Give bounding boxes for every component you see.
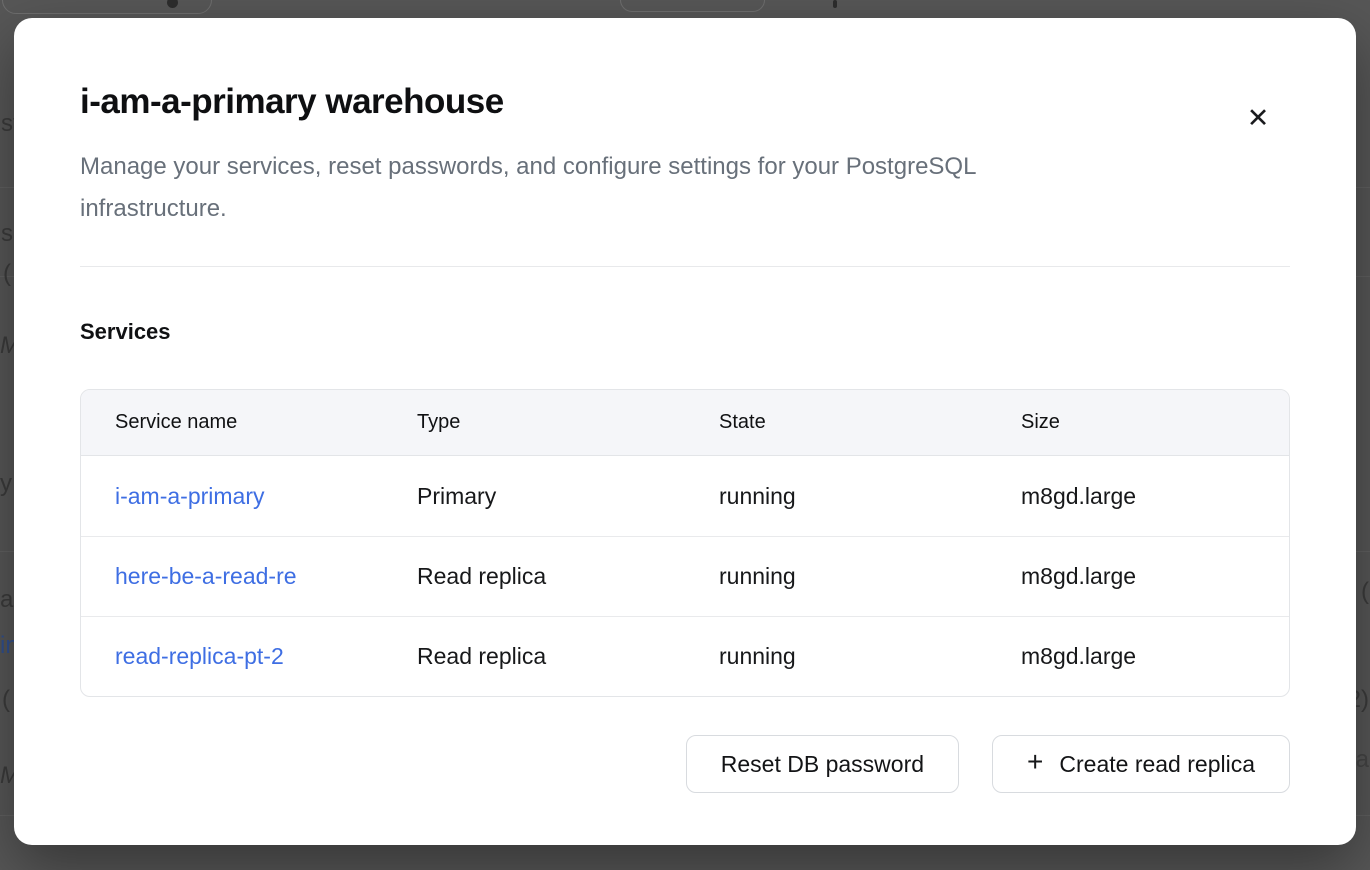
reset-db-password-button[interactable]: Reset DB password: [686, 735, 959, 793]
dialog-actions: Reset DB password + Create read replica: [80, 735, 1290, 793]
backdrop-glyph-tick: [833, 0, 837, 8]
service-link[interactable]: i-am-a-primary: [115, 483, 265, 510]
close-icon: ✕: [1247, 105, 1270, 132]
service-state: running: [685, 537, 987, 616]
create-read-replica-label: Create read replica: [1059, 751, 1255, 778]
col-header-type: Type: [383, 390, 685, 455]
close-button[interactable]: ✕: [1238, 98, 1278, 138]
col-header-service-name: Service name: [81, 390, 383, 455]
table-header-row: Service name Type State Size: [81, 390, 1289, 456]
dialog-title: i-am-a-primary warehouse: [80, 80, 1290, 124]
service-size: m8gd.large: [987, 456, 1289, 536]
col-header-state: State: [685, 390, 987, 455]
service-size: m8gd.large: [987, 537, 1289, 616]
table-row: here-be-a-read-re Read replica running m…: [81, 536, 1289, 616]
services-table: Service name Type State Size i-am-a-prim…: [80, 389, 1290, 697]
divider: [80, 266, 1290, 267]
service-type: Read replica: [383, 537, 685, 616]
table-row: read-replica-pt-2 Read replica running m…: [81, 616, 1289, 696]
service-type: Read replica: [383, 617, 685, 696]
dialog-description-line: Manage your services, reset passwords, a…: [80, 146, 1290, 188]
services-heading: Services: [80, 319, 1290, 345]
plus-icon: +: [1027, 746, 1043, 778]
dialog-description: Manage your services, reset passwords, a…: [80, 146, 1290, 230]
col-header-size: Size: [987, 390, 1289, 455]
service-size: m8gd.large: [987, 617, 1289, 696]
backdrop-tab-outline: [620, 0, 765, 12]
bg-fragment: s: [1, 222, 13, 246]
service-link[interactable]: read-replica-pt-2: [115, 643, 284, 670]
service-link[interactable]: here-be-a-read-re: [115, 563, 297, 590]
reset-db-password-label: Reset DB password: [721, 751, 924, 778]
warehouse-dialog: ✕ i-am-a-primary warehouse Manage your s…: [14, 18, 1356, 845]
dialog-description-line: infrastructure.: [80, 188, 1290, 230]
create-read-replica-button[interactable]: + Create read replica: [992, 735, 1290, 793]
bg-fragment: (: [3, 262, 11, 286]
table-row: i-am-a-primary Primary running m8gd.larg…: [81, 456, 1289, 536]
bg-fragment: (: [2, 688, 10, 712]
service-state: running: [685, 456, 987, 536]
service-state: running: [685, 617, 987, 696]
backdrop-tab-outline: [2, 0, 212, 14]
service-type: Primary: [383, 456, 685, 536]
bg-fragment: y: [0, 472, 12, 496]
bg-fragment: (: [1361, 580, 1369, 604]
